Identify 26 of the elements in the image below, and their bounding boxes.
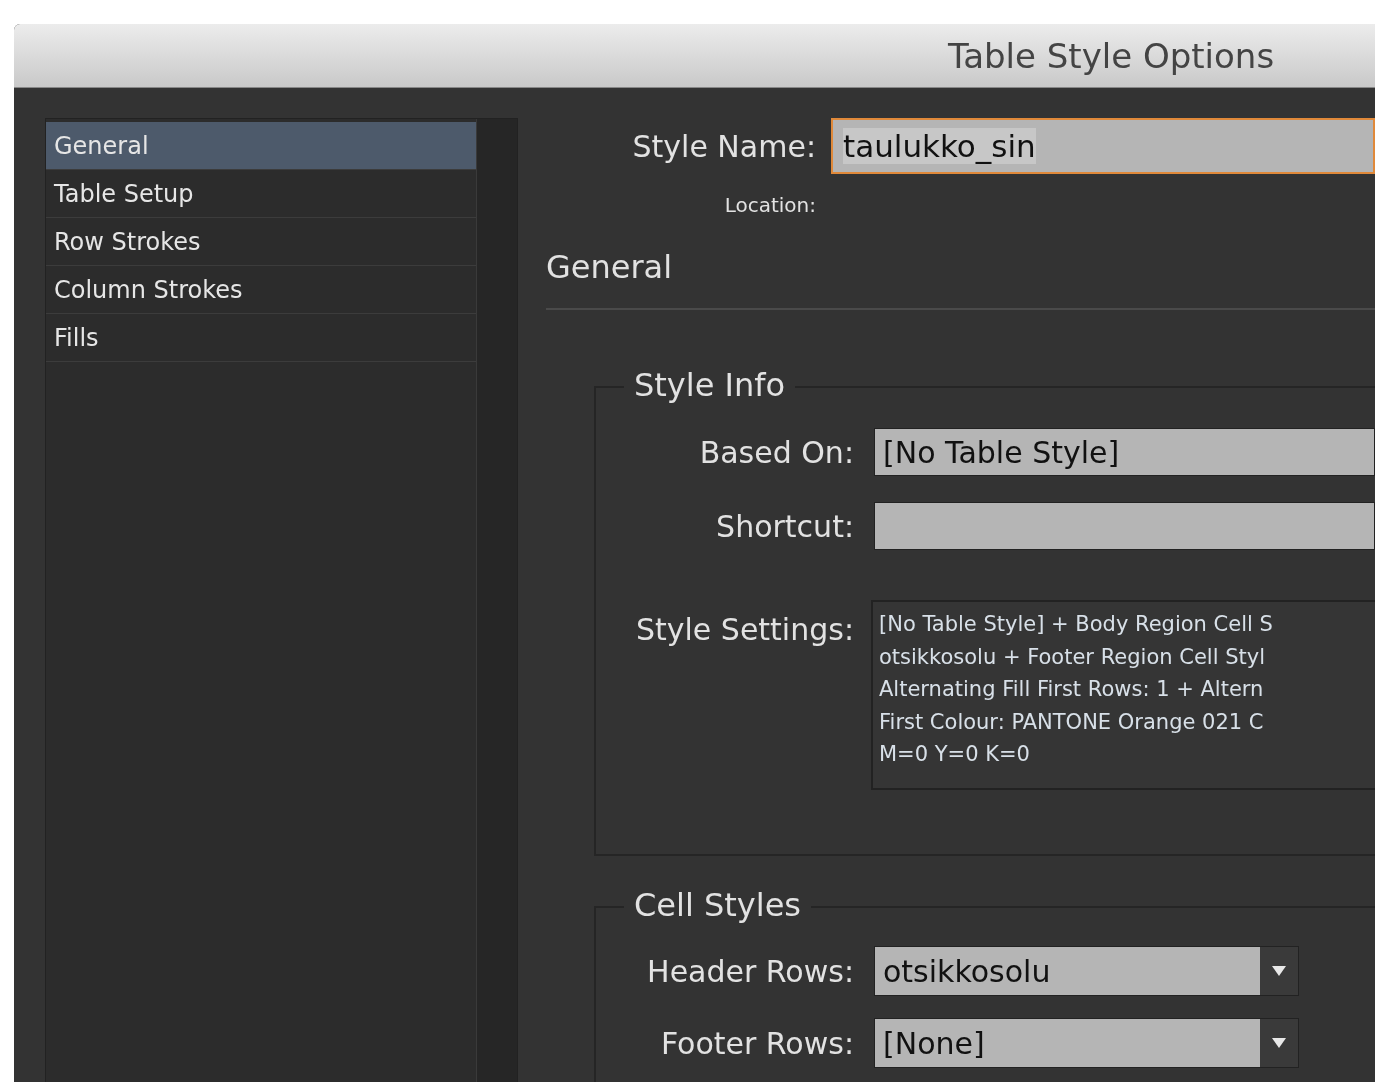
dropdown[interactable]: otsikkosolu xyxy=(874,946,1299,996)
window-title: Table Style Options xyxy=(948,35,1275,76)
based-on-field[interactable]: [No Table Style] xyxy=(874,428,1375,476)
style-settings-line: First Colour: PANTONE Orange 021 C xyxy=(879,708,1265,736)
field-label: Style Name: xyxy=(631,128,816,164)
field-label: Based On: xyxy=(698,434,854,470)
section-title: General xyxy=(546,248,674,286)
style-settings-line: M=0 Y=0 K=0 xyxy=(879,741,1031,768)
caret-icon xyxy=(1271,1037,1287,1049)
location-label: Location: xyxy=(723,193,816,217)
style-settings-line: Alternating Fill First Rows: 1 + Altern xyxy=(879,676,1265,703)
shortcut-field[interactable] xyxy=(874,502,1375,550)
caret-icon xyxy=(1271,965,1287,977)
sidebar-item[interactable]: Fills xyxy=(46,314,477,362)
sidebar-item[interactable]: Column Strokes xyxy=(46,266,477,314)
style-settings-line: [No Table Style] + Body Region Cell S xyxy=(879,611,1274,638)
sidebar-item[interactable]: General xyxy=(46,122,477,170)
field-label: Header Rows: xyxy=(646,953,854,989)
sidebar-item[interactable]: Table Setup xyxy=(46,170,477,218)
field-label: Style Settings: xyxy=(634,612,854,647)
field-label: Footer Rows: xyxy=(659,1025,854,1061)
sidebar-item[interactable]: Row Strokes xyxy=(46,218,477,266)
field-label: Shortcut: xyxy=(715,508,854,544)
dropdown[interactable]: [None] xyxy=(874,1018,1299,1068)
style-settings-line: otsikkosolu + Footer Region Cell Styl xyxy=(879,643,1266,671)
style-name-field[interactable]: taulukko_sin xyxy=(831,118,1375,174)
